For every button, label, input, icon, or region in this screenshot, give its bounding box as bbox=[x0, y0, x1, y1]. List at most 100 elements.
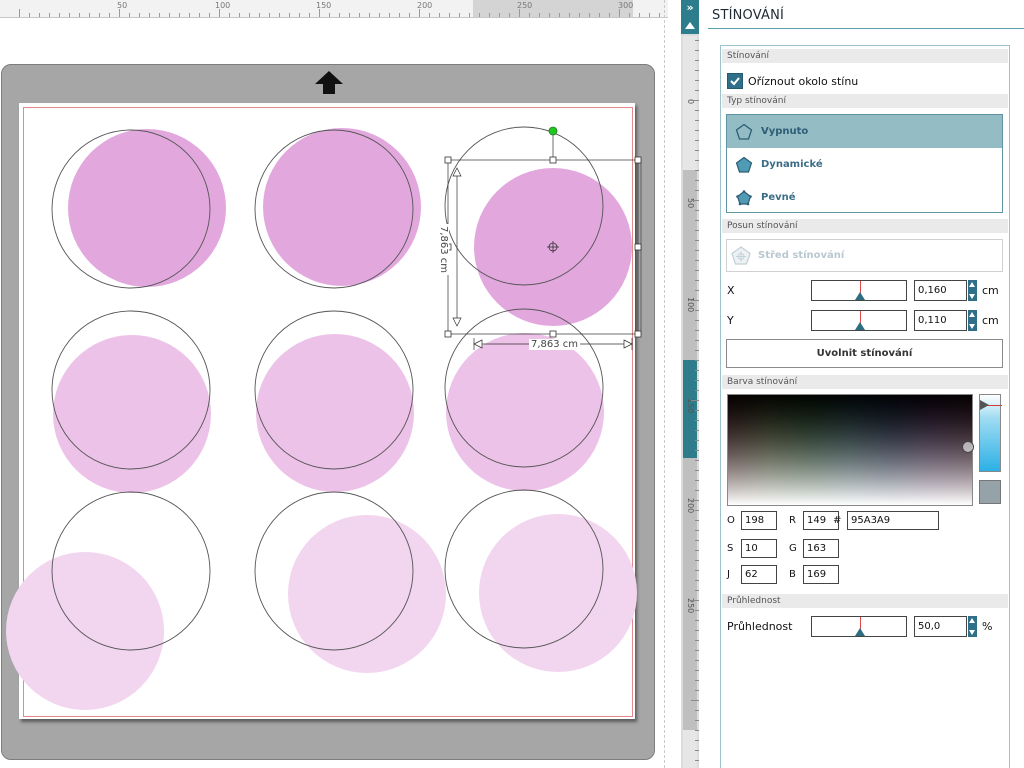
offset-x-input[interactable]: 0,160 bbox=[914, 280, 967, 301]
type-option-label: Vypnuto bbox=[761, 126, 809, 137]
color-j-label: J bbox=[727, 569, 730, 580]
center-shadow-button[interactable]: Střed stínování bbox=[726, 239, 1003, 272]
ruler-tick bbox=[691, 100, 699, 101]
center-shadow-icon bbox=[731, 245, 751, 265]
offset-x-unit: cm bbox=[982, 284, 999, 297]
ruler-tick bbox=[695, 130, 699, 131]
ruler-tick bbox=[695, 590, 699, 591]
shadow-circle[interactable] bbox=[263, 128, 421, 286]
shadow-circle[interactable] bbox=[68, 129, 226, 287]
ruler-tick bbox=[695, 390, 699, 391]
opacity-stepper[interactable] bbox=[968, 616, 977, 637]
color-s-input[interactable]: 10 bbox=[741, 539, 777, 558]
ruler-tick bbox=[691, 400, 699, 401]
shadow-circle[interactable] bbox=[256, 334, 414, 492]
ruler-tick bbox=[695, 40, 699, 41]
ruler-tick bbox=[691, 600, 699, 601]
ruler-tick bbox=[695, 520, 699, 521]
type-option-fixed[interactable]: Pevné bbox=[727, 181, 1002, 214]
ruler-tick bbox=[695, 180, 699, 181]
expand-panel-icon[interactable]: » bbox=[681, 0, 699, 18]
shadow-circle[interactable] bbox=[288, 515, 446, 673]
pentagon-points-icon bbox=[736, 189, 752, 205]
ruler-tick bbox=[695, 550, 699, 551]
ruler-tick bbox=[695, 70, 699, 71]
design-canvas[interactable] bbox=[0, 0, 668, 768]
dimension-vertical: 7,863 cm bbox=[438, 224, 449, 276]
color-swatch bbox=[979, 480, 1001, 504]
hue-slider[interactable] bbox=[979, 394, 1002, 472]
ruler-tick bbox=[695, 370, 699, 371]
release-shadow-button[interactable]: Uvolnit stínování bbox=[726, 339, 1003, 368]
ruler-tick bbox=[695, 120, 699, 121]
ruler-tick bbox=[695, 110, 699, 111]
type-option-dynamic[interactable]: Dynamické bbox=[727, 148, 1002, 181]
shading-panel: STÍNOVÁNÍ Stínování Oříznout okolo stínu… bbox=[700, 0, 1024, 768]
color-j-input[interactable]: 62 bbox=[741, 565, 777, 584]
section-header-shading: Stínování bbox=[722, 49, 1008, 63]
color-b-input[interactable]: 169 bbox=[803, 565, 839, 584]
ruler-tick bbox=[695, 260, 699, 261]
ruler-tick bbox=[695, 620, 699, 621]
scroll-up-button[interactable] bbox=[681, 18, 699, 34]
color-g-field: G 163 bbox=[789, 539, 839, 558]
color-hex-input[interactable]: 95A3A9 bbox=[847, 511, 939, 530]
shading-type-list: Vypnuto Dynamické Pevné bbox=[726, 114, 1003, 213]
section-header-opacity: Průhlednost bbox=[722, 594, 1008, 608]
color-r-label: R bbox=[789, 515, 796, 526]
ruler-tick bbox=[695, 280, 699, 281]
ruler-tick bbox=[695, 150, 699, 151]
ruler-tick bbox=[695, 340, 699, 341]
ruler-tick bbox=[695, 630, 699, 631]
opacity-input[interactable]: 50,0 bbox=[914, 616, 967, 637]
ruler-tick bbox=[695, 670, 699, 671]
ruler-tick bbox=[691, 500, 699, 501]
clip-checkbox[interactable] bbox=[727, 73, 743, 89]
ruler-tick bbox=[695, 510, 699, 511]
clip-checkbox-label: Oříznout okolo stínu bbox=[748, 74, 859, 88]
shadow-circle[interactable] bbox=[6, 552, 164, 710]
color-o-input[interactable]: 198 bbox=[741, 511, 777, 530]
ruler-tick bbox=[695, 360, 699, 361]
ruler-tick bbox=[695, 320, 699, 321]
shadow-circle[interactable] bbox=[479, 514, 637, 672]
ruler-tick bbox=[695, 80, 699, 81]
color-b-label: B bbox=[789, 569, 796, 580]
ruler-tick bbox=[695, 290, 699, 291]
color-picker-field[interactable] bbox=[727, 394, 974, 506]
opacity-unit: % bbox=[982, 620, 993, 633]
app-window: 50 100 150 200 250 300 7,863 cm 7,863 cm… bbox=[0, 0, 1024, 768]
offset-y-slider[interactable] bbox=[811, 310, 907, 331]
ruler-tick bbox=[695, 420, 699, 421]
ruler-tick bbox=[695, 230, 699, 231]
ruler-tick bbox=[695, 610, 699, 611]
slider-handle-icon[interactable] bbox=[855, 322, 865, 330]
hue-slider-handle-icon[interactable] bbox=[980, 400, 989, 410]
offset-y-input[interactable]: 0,110 bbox=[914, 310, 967, 331]
offset-y-stepper[interactable] bbox=[968, 310, 977, 331]
opacity-label: Průhlednost bbox=[727, 620, 793, 633]
type-option-off[interactable]: Vypnuto bbox=[727, 115, 1002, 148]
canvas-edge bbox=[664, 0, 668, 768]
offset-x-slider[interactable] bbox=[811, 280, 907, 301]
ruler-tick bbox=[695, 220, 699, 221]
offset-y-unit: cm bbox=[982, 314, 999, 327]
ruler-tick bbox=[695, 580, 699, 581]
color-s-label: S bbox=[727, 543, 734, 554]
slider-handle-icon[interactable] bbox=[855, 628, 865, 636]
opacity-row: Průhlednost 50,0 % bbox=[727, 616, 992, 637]
color-picker-cursor[interactable] bbox=[962, 441, 974, 453]
rotate-handle[interactable] bbox=[548, 126, 558, 136]
color-hex-field: # 95A3A9 bbox=[833, 511, 939, 530]
panel-title: STÍNOVÁNÍ bbox=[712, 8, 785, 23]
color-g-label: G bbox=[789, 543, 797, 554]
color-g-input[interactable]: 163 bbox=[803, 539, 839, 558]
ruler-tick bbox=[695, 140, 699, 141]
slider-handle-icon[interactable] bbox=[855, 292, 865, 300]
clip-checkbox-row[interactable]: Oříznout okolo stínu bbox=[727, 73, 858, 89]
ruler-tick bbox=[695, 650, 699, 651]
offset-x-stepper[interactable] bbox=[968, 280, 977, 301]
offset-y-row: Y 0,110 cm bbox=[727, 310, 999, 331]
opacity-slider[interactable] bbox=[811, 616, 907, 637]
ruler-tick bbox=[695, 750, 699, 751]
